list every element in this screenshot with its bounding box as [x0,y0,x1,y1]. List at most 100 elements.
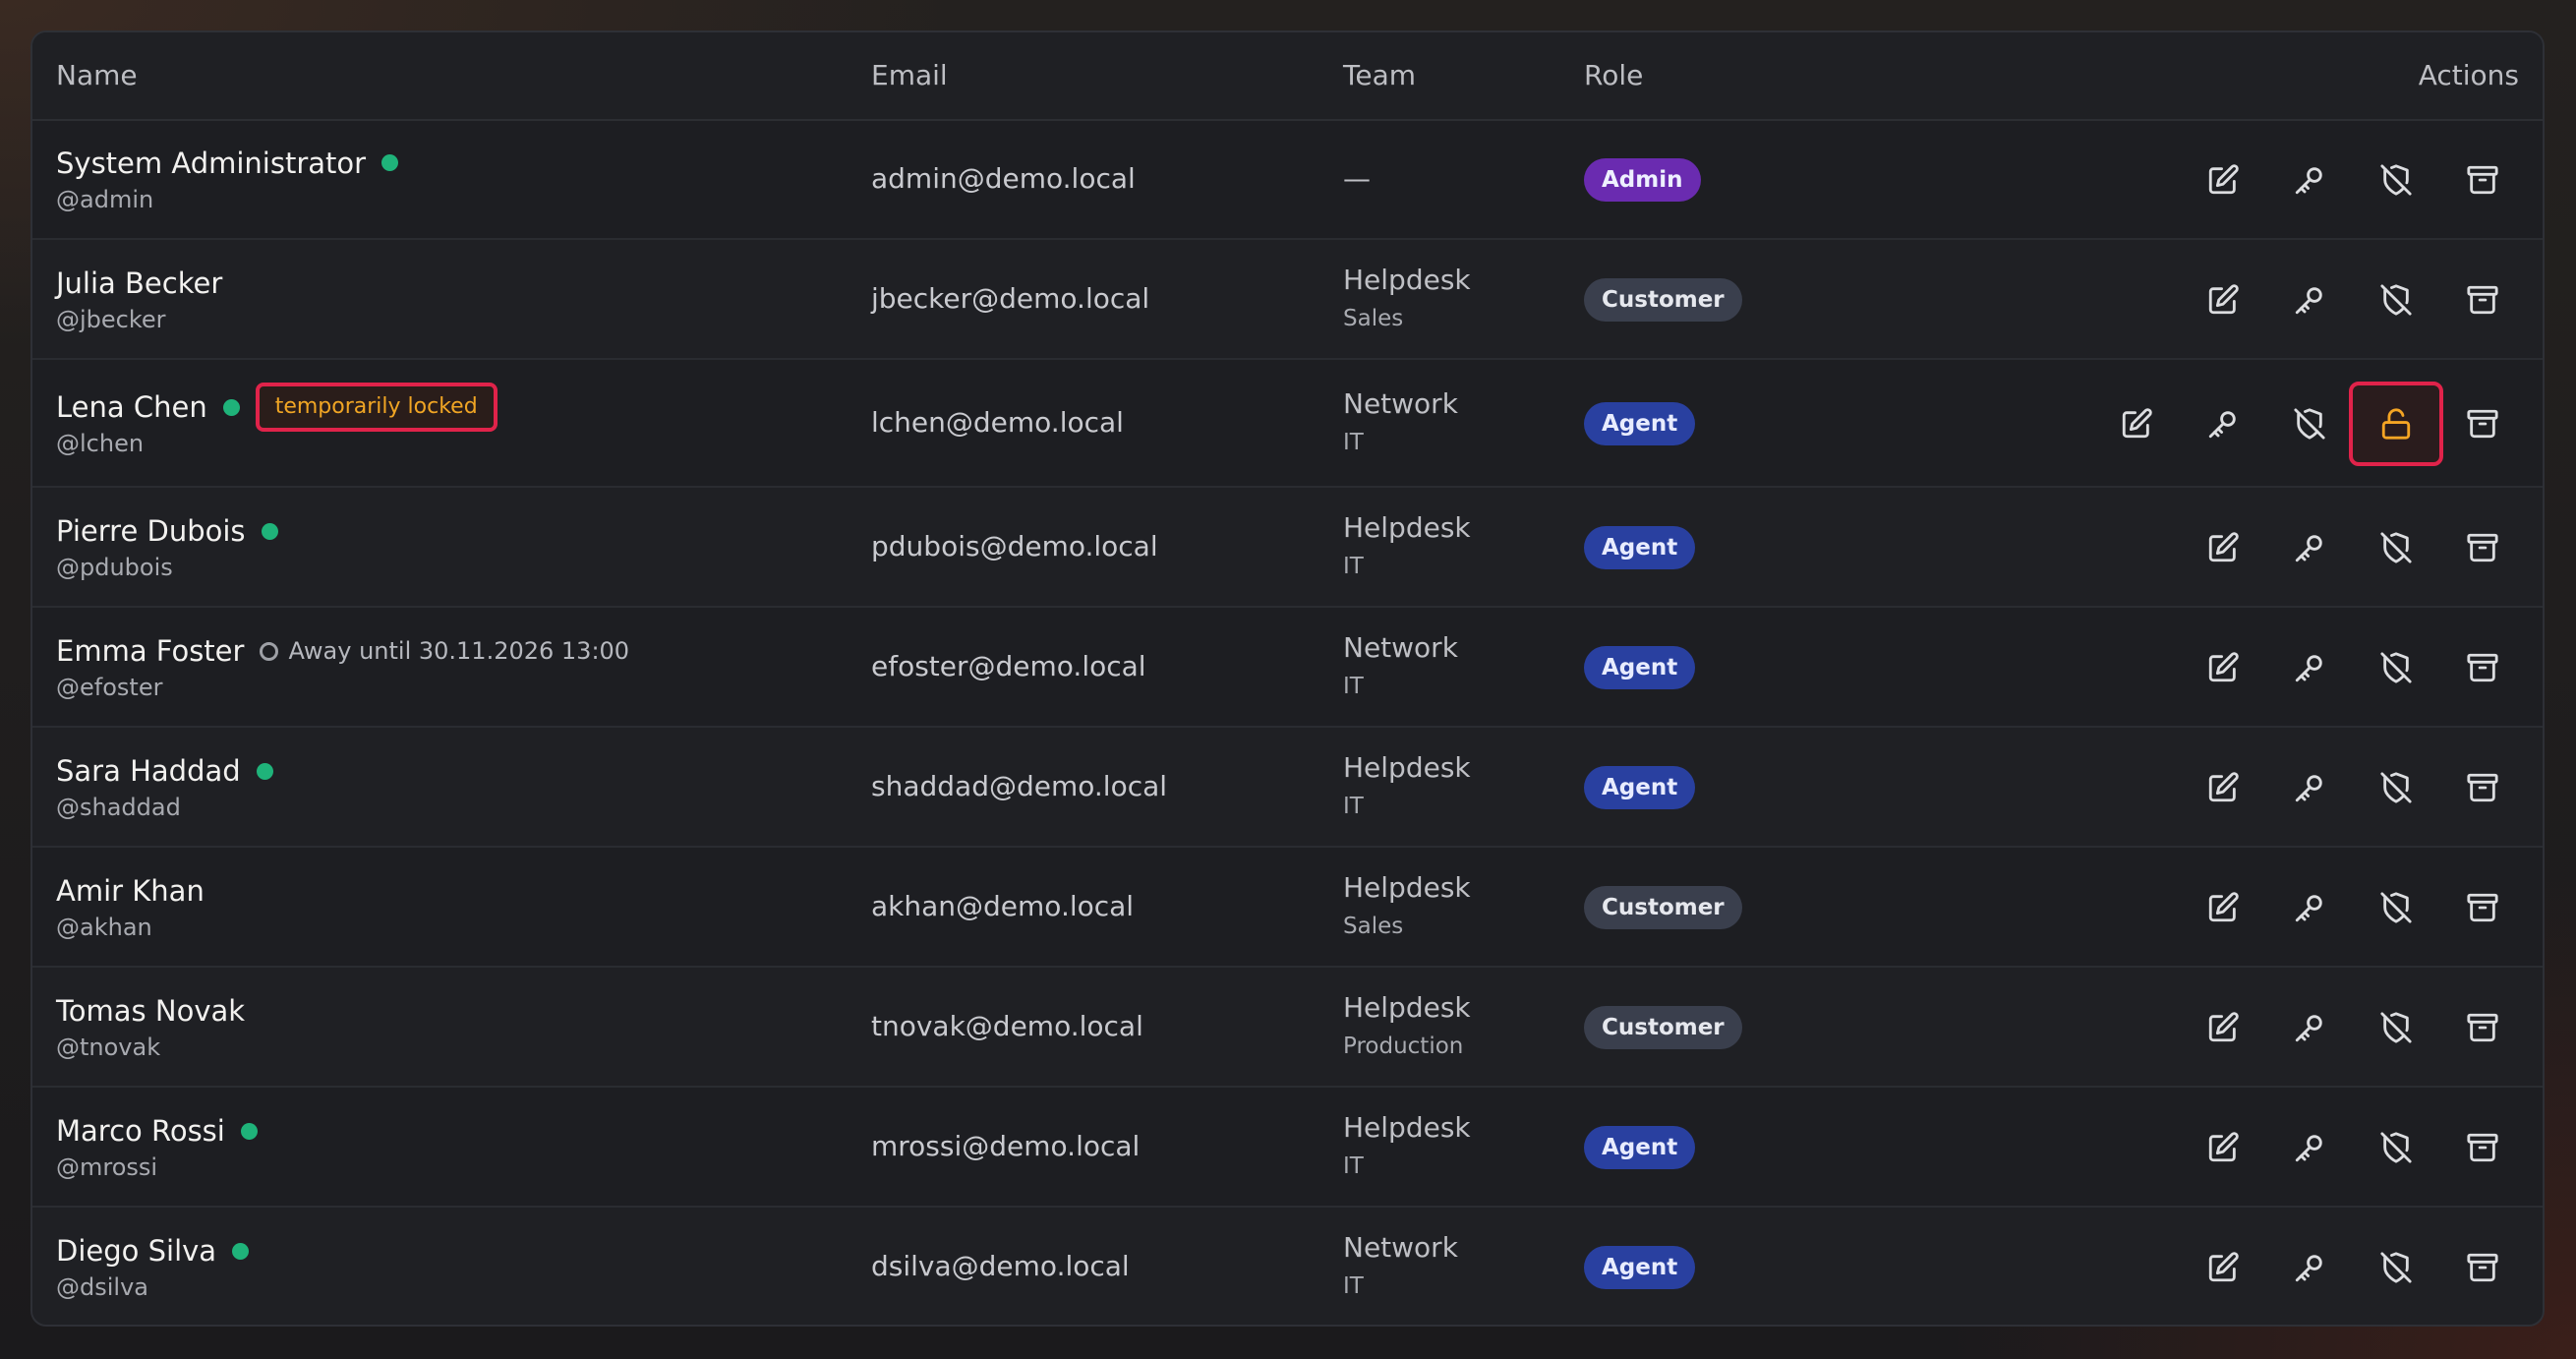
online-status-dot [256,762,273,780]
key-icon [2295,1015,2322,1042]
reset-password-button[interactable] [2203,404,2243,443]
table-row[interactable]: Sara Haddad @shaddad shaddad@demo.local Hel… [32,728,2543,848]
edit-button[interactable] [2203,280,2243,320]
user-name[interactable]: Emma Foster [56,634,244,668]
edit-icon [2208,1252,2239,1282]
archive-button[interactable] [2463,1128,2502,1167]
user-handle: @dsilva [56,1273,148,1301]
reset-password-button[interactable] [2290,528,2329,567]
user-team: Helpdesk [1343,871,1471,904]
edit-button[interactable] [2203,160,2243,200]
edit-button[interactable] [2203,888,2243,927]
user-name[interactable]: Tomas Novak [56,994,245,1028]
table-row[interactable]: Lena Chen temporarily locked @lchen lchen@d… [32,360,2543,488]
revoke-button[interactable] [2376,1248,2416,1287]
revoke-button[interactable] [2376,768,2416,807]
header-email[interactable]: Email [871,32,948,119]
archive-button[interactable] [2463,280,2502,320]
user-name[interactable]: Diego Silva [56,1234,216,1268]
user-handle: @jbecker [56,306,166,333]
revoke-button[interactable] [2376,648,2416,687]
user-name[interactable]: Pierre Dubois [56,514,246,548]
archive-button[interactable] [2463,648,2502,687]
table-row[interactable]: Julia Becker @jbecker jbecker@demo.local He… [32,240,2543,360]
user-name[interactable]: Lena Chen [56,390,207,424]
reset-password-button[interactable] [2290,1128,2329,1167]
header-role[interactable]: Role [1584,32,1643,119]
user-name[interactable]: Julia Becker [56,266,222,300]
edit-button[interactable] [2203,768,2243,807]
table-row[interactable]: Marco Rossi @mrossi mrossi@demo.local Helpd… [32,1088,2543,1208]
reset-password-button[interactable] [2290,1248,2329,1287]
user-name[interactable]: Marco Rossi [56,1114,225,1148]
edit-icon [2208,1012,2239,1042]
reset-password-button[interactable] [2290,1008,2329,1047]
archive-button[interactable] [2463,1008,2502,1047]
role-badge: Admin [1584,157,1701,202]
shield-off-icon [2294,408,2325,440]
reset-password-button[interactable] [2290,648,2329,687]
edit-button[interactable] [2203,1128,2243,1167]
user-name-line: Tomas Novak [56,991,245,1031]
edit-icon [2208,772,2239,802]
user-subteam: IT [1343,674,1364,699]
user-email: shaddad@demo.local [871,770,1168,802]
edit-button[interactable] [2203,1008,2243,1047]
unlock-icon [2381,408,2411,440]
unlock-button[interactable] [2349,382,2443,466]
reset-password-button[interactable] [2290,280,2329,320]
table-row[interactable]: Amir Khan @akhan akhan@demo.local Helpdesk S… [32,848,2543,968]
archive-button[interactable] [2463,404,2502,443]
online-status-dot [381,154,399,171]
edit-button[interactable] [2203,648,2243,687]
user-subteam: IT [1343,1153,1364,1179]
revoke-button[interactable] [2376,888,2416,927]
shield-off-icon [2380,1132,2412,1163]
edit-icon [2208,892,2239,922]
revoke-button[interactable] [2376,280,2416,320]
edit-button[interactable] [2203,528,2243,567]
user-subteam: Sales [1343,914,1404,939]
user-email: tnovak@demo.local [871,1010,1143,1042]
user-handle: @pdubois [56,554,173,581]
edit-icon [2208,652,2239,682]
table-row[interactable]: Tomas Novak @tnovak tnovak@demo.local Helpd… [32,968,2543,1088]
revoke-button[interactable] [2290,404,2329,443]
table-row[interactable]: Diego Silva @dsilva dsilva@demo.local Netwo… [32,1208,2543,1325]
edit-button[interactable] [2117,404,2156,443]
user-name[interactable]: System Administrator [56,147,366,180]
archive-button[interactable] [2463,1248,2502,1287]
archive-icon [2467,165,2498,194]
user-handle: @akhan [56,914,152,941]
revoke-button[interactable] [2376,1128,2416,1167]
edit-button[interactable] [2203,1248,2243,1287]
user-name[interactable]: Sara Haddad [56,754,241,788]
header-name[interactable]: Name [56,32,138,119]
shield-off-icon [2380,892,2412,923]
revoke-button[interactable] [2376,1008,2416,1047]
user-name[interactable]: Amir Khan [56,874,205,908]
key-icon [2295,1135,2322,1162]
reset-password-button[interactable] [2290,888,2329,927]
user-name-line: Sara Haddad [56,751,273,791]
archive-button[interactable] [2463,160,2502,200]
table-row[interactable]: Emma Foster Away until 30.11.2026 13:00 @e… [32,608,2543,728]
user-team: Helpdesk [1343,1111,1471,1144]
reset-password-button[interactable] [2290,160,2329,200]
archive-button[interactable] [2463,888,2502,927]
user-handle: @admin [56,185,154,213]
table-row[interactable]: Pierre Dubois @pdubois pdubois@demo.local H… [32,488,2543,608]
header-team[interactable]: Team [1343,32,1416,119]
reset-password-button[interactable] [2290,768,2329,807]
key-icon [2295,1255,2322,1282]
user-email: pdubois@demo.local [871,530,1158,562]
user-email: dsilva@demo.local [871,1250,1130,1282]
user-name-line: Marco Rossi [56,1111,258,1151]
archive-button[interactable] [2463,768,2502,807]
users-table-panel: Name Email Team Role Actions System Admi… [30,30,2545,1327]
table-row[interactable]: System Administrator @admin admin@demo.loc… [32,119,2543,240]
revoke-button[interactable] [2376,160,2416,200]
archive-button[interactable] [2463,528,2502,567]
archive-icon [2467,1253,2498,1282]
revoke-button[interactable] [2376,528,2416,567]
